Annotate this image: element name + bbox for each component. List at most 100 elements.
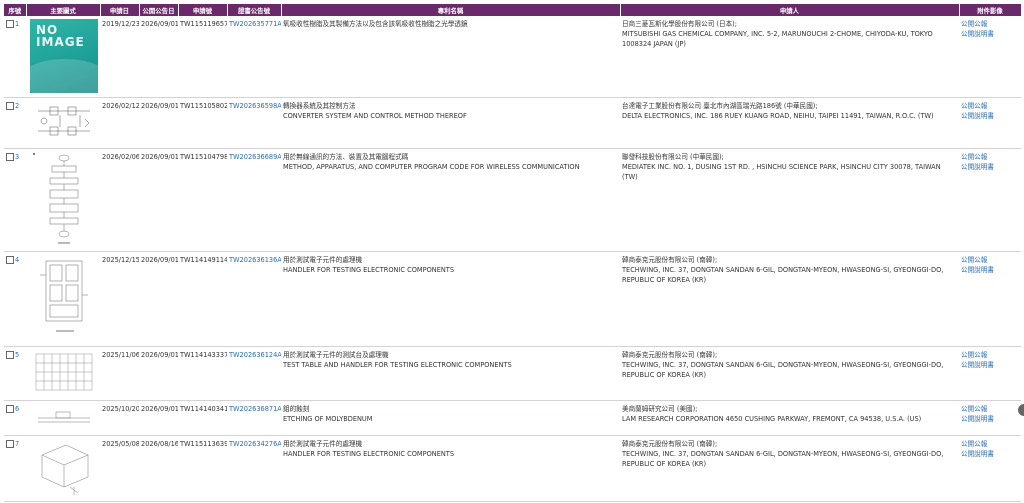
row-checkbox[interactable] [6, 152, 14, 161]
app-date-cell: 2025/10/20 [100, 400, 139, 436]
title-en: HANDLER FOR TESTING ELECTRONIC COMPONENT… [283, 265, 455, 274]
row-number: 1 [15, 20, 20, 28]
table-row: 6 2025/10/20 2026/09/01 TW114140341 TW20… [4, 400, 1021, 436]
title-cell: 用於無線通訊的方法、裝置及其電腦程式碼 METHOD, APPARATUS, AN… [281, 148, 620, 252]
row-index-cell: 5 [4, 346, 26, 401]
applicant-cell: 日商三菱瓦斯化學股份有限公司 (日本); MITSUBISHI GAS CHEMI… [620, 16, 959, 98]
row-index-cell: 7 [4, 435, 26, 502]
title-zh: 氧吸收性樹脂及其製備方法以及包含該氧吸收性樹脂之光學透鏡 [283, 20, 468, 28]
description-link[interactable]: 公開說明書 [961, 266, 994, 274]
drawing-cell [26, 435, 100, 502]
pub-date-cell: 2026/09/01 [139, 346, 178, 401]
title-en: METHOD, APPARATUS, AND COMPUTER PROGRAM … [283, 162, 580, 171]
title-cell: 用於測試電子元件的處理機 HANDLER FOR TESTING ELECTRON… [281, 251, 620, 347]
description-link[interactable]: 公開說明書 [961, 112, 994, 120]
attachments-cell: 公開公報 公開說明書 [959, 97, 1021, 149]
pub-no-link[interactable]: TW202636124A [229, 351, 281, 359]
pub-no-cell: TW202636136A [227, 251, 281, 347]
applicant-zh: 韓商泰克元股份有限公司 (南韓); [622, 439, 718, 448]
pub-no-link[interactable]: TW202636136A [229, 256, 281, 264]
test-table-drawing-thumbnail[interactable] [30, 350, 98, 396]
pub-no-link[interactable]: TW202635771A [229, 20, 281, 28]
applicant-en: TECHWING, INC. 37, DONGTAN SANDAN 6-GIL,… [622, 265, 944, 284]
pub-no-cell: TW202636871A [227, 400, 281, 436]
handler-drawing-thumbnail[interactable] [30, 255, 98, 339]
table-row: 5 2025/11/06 2026/09/01 TW114143337 TW20… [4, 346, 1021, 401]
row-index-cell: 2 [4, 97, 26, 149]
applicant-cell: 台達電子工業股份有限公司 臺北市內湖區瑞光路186號 (中華民國); DELTA … [620, 97, 959, 149]
pub-date-cell: 2026/09/01 [139, 97, 178, 149]
row-checkbox[interactable] [6, 439, 14, 448]
title-en: HANDLER FOR TESTING ELECTRONIC COMPONENT… [283, 449, 455, 458]
applicant-zh: 台達電子工業股份有限公司 臺北市內湖區瑞光路186號 (中華民國); [622, 101, 818, 110]
gazette-link[interactable]: 公開公報 [961, 153, 987, 161]
applicant-cell: 韓商泰克元股份有限公司 (南韓); TECHWING, INC. 37, DONG… [620, 435, 959, 502]
description-link[interactable]: 公開說明書 [961, 361, 994, 369]
pub-no-link[interactable]: TW202636689A [229, 153, 281, 161]
applicant-en: DELTA ELECTRONICS, INC. 186 RUEY KUANG R… [622, 111, 934, 120]
app-no-cell: TW115105802 [178, 97, 227, 149]
title-zh: 用於測試電子元件的測試台及處理機 [283, 350, 389, 359]
title-cell: 用於測試電子元件的測試台及處理機 TEST TABLE AND HANDLER F… [281, 346, 620, 401]
pub-date-cell: 2026/09/01 [139, 251, 178, 347]
row-number: 7 [15, 439, 20, 448]
applicant-cell: 韓商泰克元股份有限公司 (南韓); TECHWING, INC. 37, DONG… [620, 346, 959, 401]
row-checkbox[interactable] [6, 101, 14, 110]
table-header-row: 序號 主要圖式 申請日 公開公告日 申請號 證書公告號 專利名稱 申請人 附件影… [4, 4, 1022, 16]
flowchart-drawing-thumbnail[interactable] [30, 152, 98, 248]
title-zh: 用於測試電子元件的處理機 [283, 439, 363, 448]
app-no-cell: TW114149114 [178, 251, 227, 347]
table-row: 1 NO IMAGE 2019/12/23 2026/09/01 TW11511… [4, 16, 1021, 98]
description-link[interactable]: 公開說明書 [961, 163, 994, 171]
app-date-cell: 2025/12/15 [100, 251, 139, 347]
gazette-link[interactable]: 公開公報 [961, 20, 987, 28]
pub-date-cell: 2026/09/01 [139, 400, 178, 436]
scroll-handle[interactable] [1018, 404, 1024, 416]
pub-no-link[interactable]: TW202636871A [229, 405, 281, 413]
app-no-cell: TW115119657 [178, 16, 227, 98]
gazette-link[interactable]: 公開公報 [961, 440, 987, 448]
applicant-en: TECHWING, INC. 37, DONGTAN SANDAN 6-GIL,… [622, 360, 944, 379]
row-checkbox[interactable] [6, 255, 14, 264]
pub-date-cell: 2026/09/01 [139, 16, 178, 98]
title-zh: 用於無線通訊的方法、裝置及其電腦程式碼 [283, 152, 409, 161]
app-no-cell: TW114140341 [178, 400, 227, 436]
patent-results-table: 序號 主要圖式 申請日 公開公告日 申請號 證書公告號 專利名稱 申請人 附件影… [4, 4, 1022, 502]
cube-drawing-thumbnail[interactable] [30, 439, 98, 497]
circuit-drawing-thumbnail[interactable] [30, 101, 98, 145]
app-date-cell: 2025/11/06 [100, 346, 139, 401]
row-checkbox[interactable] [6, 404, 14, 413]
row-index-cell: 1 [4, 16, 26, 98]
pub-no-link[interactable]: TW202634276A [229, 440, 281, 448]
pub-no-cell: TW202636598A [227, 97, 281, 149]
title-cell: 轉換器系統及其控制方法 CONVERTER SYSTEM AND CONTROL … [281, 97, 620, 149]
row-index-cell: 6 [4, 400, 26, 436]
row-number: 4 [15, 255, 20, 264]
applicant-zh: 聯發科技股份有限公司 (中華民國); [622, 152, 724, 161]
gazette-link[interactable]: 公開公報 [961, 405, 987, 413]
title-cell: 氧吸收性樹脂及其製備方法以及包含該氧吸收性樹脂之光學透鏡 [281, 16, 620, 98]
gazette-link[interactable]: 公開公報 [961, 102, 987, 110]
description-link[interactable]: 公開說明書 [961, 30, 994, 38]
app-no-cell: TW115104798 [178, 148, 227, 252]
description-link[interactable]: 公開說明書 [961, 450, 994, 458]
attachments-cell: 公開公報 公開說明書 [959, 346, 1021, 401]
app-date-cell: 2026/02/12 [100, 97, 139, 149]
pub-no-link[interactable]: TW202636598A [229, 102, 281, 110]
row-number: 2 [15, 101, 20, 110]
gazette-link[interactable]: 公開公報 [961, 351, 987, 359]
no-image-placeholder[interactable]: NO IMAGE [30, 19, 98, 93]
attachments-cell: 公開公報 公開說明書 [959, 435, 1021, 502]
app-date-cell: 2026/02/06 [100, 148, 139, 252]
col-header-attachments: 附件影像 [959, 4, 1022, 16]
description-link[interactable]: 公開說明書 [961, 415, 994, 423]
col-header-pub-no: 證書公告號 [227, 4, 282, 16]
applicant-zh: 美商蘭姆研究公司 (美國); [622, 404, 698, 413]
applicant-en: MITSUBISHI GAS CHEMICAL COMPANY, INC. 5-… [622, 30, 933, 48]
gazette-link[interactable]: 公開公報 [961, 256, 987, 264]
row-checkbox[interactable] [6, 20, 14, 28]
applicant-en: TECHWING, INC. 37, DONGTAN SANDAN 6-GIL,… [622, 449, 944, 468]
row-checkbox[interactable] [6, 350, 14, 359]
etching-drawing-thumbnail[interactable] [30, 404, 98, 430]
drawing-cell [26, 148, 100, 252]
